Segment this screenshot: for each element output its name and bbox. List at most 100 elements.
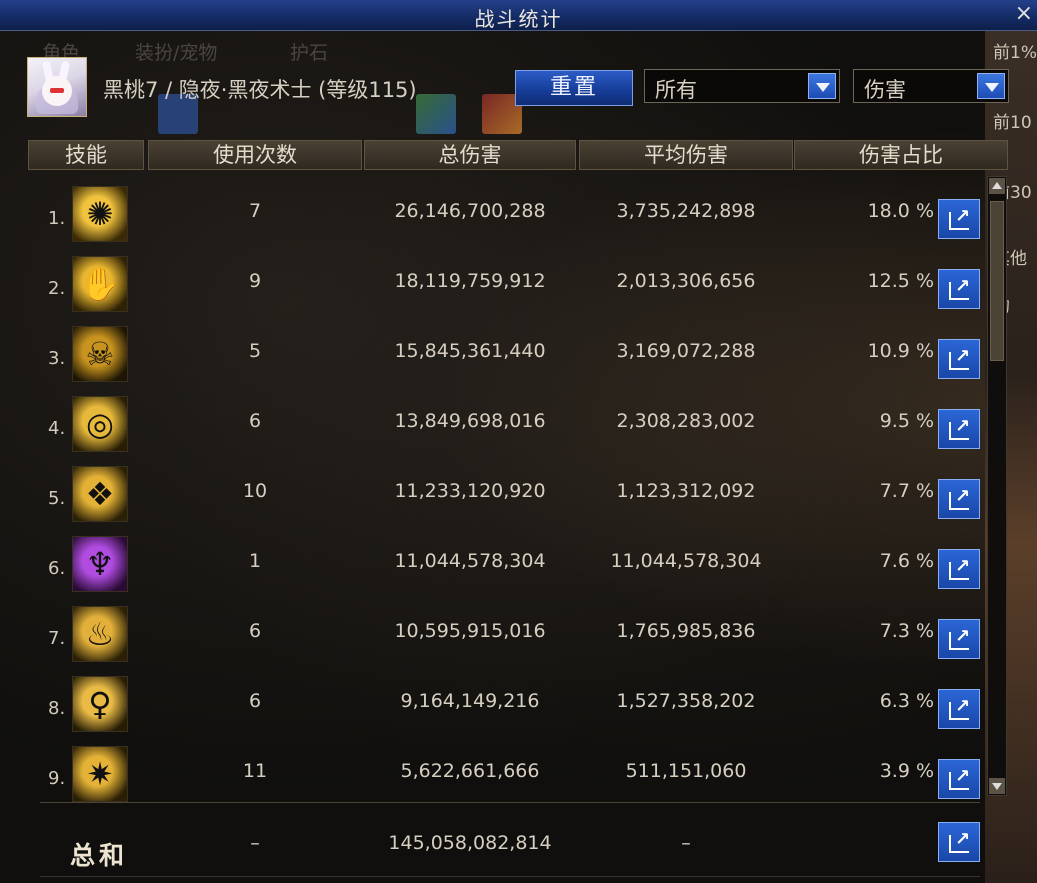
- row-uses: 6: [248, 410, 262, 432]
- row-uses: 1: [248, 550, 262, 572]
- select-value: 伤害: [864, 78, 906, 102]
- row-rank: 1.: [48, 208, 66, 229]
- row-damage-share: 7.6 %: [879, 550, 934, 572]
- share-row-button[interactable]: ↗: [938, 479, 980, 519]
- table-row: 3. ☠ 5 15,845,361,440 3,169,072,288 10.9 % ↗: [28, 316, 983, 386]
- share-row-button[interactable]: ↗: [938, 759, 980, 799]
- row-rank: 2.: [48, 278, 66, 299]
- row-total-damage: 13,849,698,016: [394, 410, 546, 432]
- table-row: 1. ✺ 7 26,146,700,288 3,735,242,898 18.0 % ↗: [28, 176, 983, 246]
- row-uses: 9: [248, 270, 262, 292]
- golden-hands-skill-icon[interactable]: ✋: [72, 256, 128, 312]
- column-header-avg-damage[interactable]: 平均伤害: [579, 140, 793, 170]
- target-filter-select[interactable]: 所有: [644, 69, 840, 103]
- golden-chains-skill-icon[interactable]: ❖: [72, 466, 128, 522]
- totals-label: 总和: [70, 841, 129, 870]
- row-damage-share: 6.3 %: [879, 690, 934, 712]
- table-row: 8. ♀ 6 9,164,149,216 1,527,358,202 6.3 % ↗: [28, 666, 983, 736]
- divider: [40, 876, 980, 877]
- row-avg-damage: 1,123,312,092: [616, 480, 756, 502]
- share-totals-button[interactable]: ↗: [938, 822, 980, 862]
- table-row: 4. ◎ 6 13,849,698,016 2,308,283,002 9.5 % ↗: [28, 386, 983, 456]
- row-damage-share: 9.5 %: [879, 410, 934, 432]
- row-avg-damage: 3,169,072,288: [616, 340, 756, 362]
- column-header-total-damage[interactable]: 总伤害: [364, 140, 576, 170]
- totals-uses: –: [250, 832, 260, 854]
- row-total-damage: 15,845,361,440: [394, 340, 546, 362]
- row-total-damage: 18,119,759,912: [394, 270, 546, 292]
- row-total-damage: 5,622,661,666: [400, 760, 540, 782]
- row-total-damage: 11,044,578,304: [394, 550, 546, 572]
- row-avg-damage: 2,013,306,656: [616, 270, 756, 292]
- table-row: 2. ✋ 9 18,119,759,912 2,013,306,656 12.5 % ↗: [28, 246, 983, 316]
- share-row-button[interactable]: ↗: [938, 409, 980, 449]
- row-damage-share: 7.3 %: [879, 620, 934, 642]
- table-row: 6. ♆ 1 11,044,578,304 11,044,578,304 7.6 % ↗: [28, 526, 983, 596]
- background-item-icon: [416, 94, 456, 134]
- share-row-button[interactable]: ↗: [938, 269, 980, 309]
- row-damage-share: 12.5 %: [867, 270, 934, 292]
- row-avg-damage: 1,527,358,202: [616, 690, 756, 712]
- row-rank: 5.: [48, 488, 66, 509]
- row-rank: 8.: [48, 698, 66, 719]
- golden-ring-skill-icon[interactable]: ◎: [72, 396, 128, 452]
- row-rank: 9.: [48, 768, 66, 789]
- purple-demon-skill-icon[interactable]: ♆: [72, 536, 128, 592]
- scroll-up-icon[interactable]: [989, 178, 1005, 194]
- select-value: 所有: [655, 78, 697, 102]
- row-rank: 3.: [48, 348, 66, 369]
- row-total-damage: 11,233,120,920: [394, 480, 546, 502]
- row-avg-damage: 1,765,985,836: [616, 620, 756, 642]
- metric-select[interactable]: 伤害: [853, 69, 1009, 103]
- column-header-skill[interactable]: 技能: [28, 140, 144, 170]
- row-total-damage: 9,164,149,216: [400, 690, 540, 712]
- golden-claw-skill-icon[interactable]: ✺: [72, 186, 128, 242]
- row-total-damage: 26,146,700,288: [394, 200, 546, 222]
- peek-text: 前1%: [993, 43, 1037, 63]
- window-titlebar[interactable]: 战斗统计 ×: [0, 0, 1037, 31]
- row-avg-damage: 511,151,060: [625, 760, 747, 782]
- table-row: 7. ♨ 6 10,595,915,016 1,765,985,836 7.3 % ↗: [28, 596, 983, 666]
- row-uses: 5: [248, 340, 262, 362]
- row-avg-damage: 3,735,242,898: [616, 200, 756, 222]
- chevron-down-icon[interactable]: [977, 73, 1005, 99]
- totals-avg-damage: –: [681, 832, 691, 854]
- share-row-button[interactable]: ↗: [938, 689, 980, 729]
- window-title: 战斗统计: [474, 7, 563, 31]
- column-header-uses[interactable]: 使用次数: [148, 140, 362, 170]
- table-header: 技能 使用次数 总伤害 平均伤害 伤害占比: [28, 140, 1008, 172]
- golden-burst-skill-icon[interactable]: ✷: [72, 746, 128, 802]
- background-tab: 装扮/宠物: [135, 42, 218, 64]
- scroll-down-icon[interactable]: [989, 778, 1005, 794]
- background-tab: 护石: [290, 42, 329, 64]
- row-rank: 4.: [48, 418, 66, 439]
- row-damage-share: 18.0 %: [867, 200, 934, 222]
- totals-total-damage: 145,058,082,814: [388, 832, 552, 854]
- chevron-down-icon[interactable]: [808, 73, 836, 99]
- reset-button[interactable]: 重置: [515, 70, 633, 106]
- share-row-button[interactable]: ↗: [938, 339, 980, 379]
- golden-maiden-skill-icon[interactable]: ♀: [72, 676, 128, 732]
- column-header-damage-share[interactable]: 伤害占比: [794, 140, 1008, 170]
- row-damage-share: 7.7 %: [879, 480, 934, 502]
- table-scrollbar[interactable]: [987, 176, 1007, 796]
- peek-text: 前10: [993, 113, 1032, 133]
- row-avg-damage: 11,044,578,304: [610, 550, 762, 572]
- row-uses: 7: [248, 200, 262, 222]
- row-uses: 10: [242, 480, 268, 502]
- character-name: 黑桃7 / 隐夜·黑夜术士 (等级115): [103, 78, 417, 102]
- row-damage-share: 10.9 %: [867, 340, 934, 362]
- share-row-button[interactable]: ↗: [938, 199, 980, 239]
- row-uses: 11: [242, 760, 268, 782]
- share-row-button[interactable]: ↗: [938, 549, 980, 589]
- scroll-thumb[interactable]: [990, 201, 1004, 361]
- row-rank: 6.: [48, 558, 66, 579]
- golden-flame-skill-icon[interactable]: ♨: [72, 606, 128, 662]
- row-uses: 6: [248, 620, 262, 642]
- row-damage-share: 3.9 %: [879, 760, 934, 782]
- golden-demon-skill-icon[interactable]: ☠: [72, 326, 128, 382]
- share-row-button[interactable]: ↗: [938, 619, 980, 659]
- close-icon[interactable]: ×: [1015, 1, 1033, 26]
- character-avatar: [27, 57, 87, 117]
- row-total-damage: 10,595,915,016: [394, 620, 546, 642]
